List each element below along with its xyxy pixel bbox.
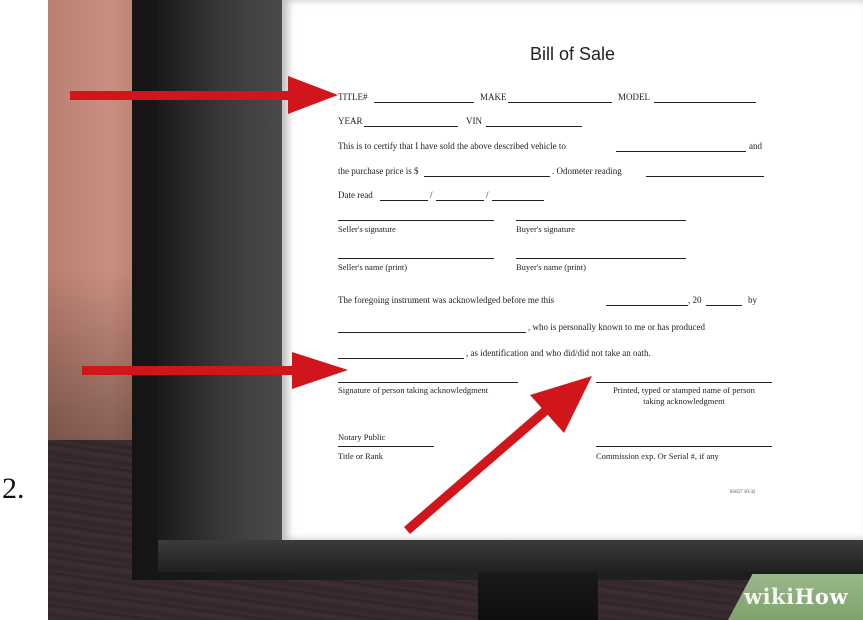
wikihow-logo-how: How — [794, 584, 849, 609]
photo: Bill of Sale TITLE# MAKE MODEL YEAR VIN … — [48, 0, 863, 620]
arrow-to-title-row — [70, 76, 338, 114]
wikihow-logo: wikiHow — [744, 584, 848, 609]
annotation-arrows — [70, 76, 592, 534]
wikihow-logo-wiki: wiki — [744, 584, 795, 609]
arrow-to-acknowledgment-signature — [82, 352, 348, 389]
step-number: 2. — [2, 472, 25, 505]
arrow-to-printed-name — [404, 376, 592, 534]
